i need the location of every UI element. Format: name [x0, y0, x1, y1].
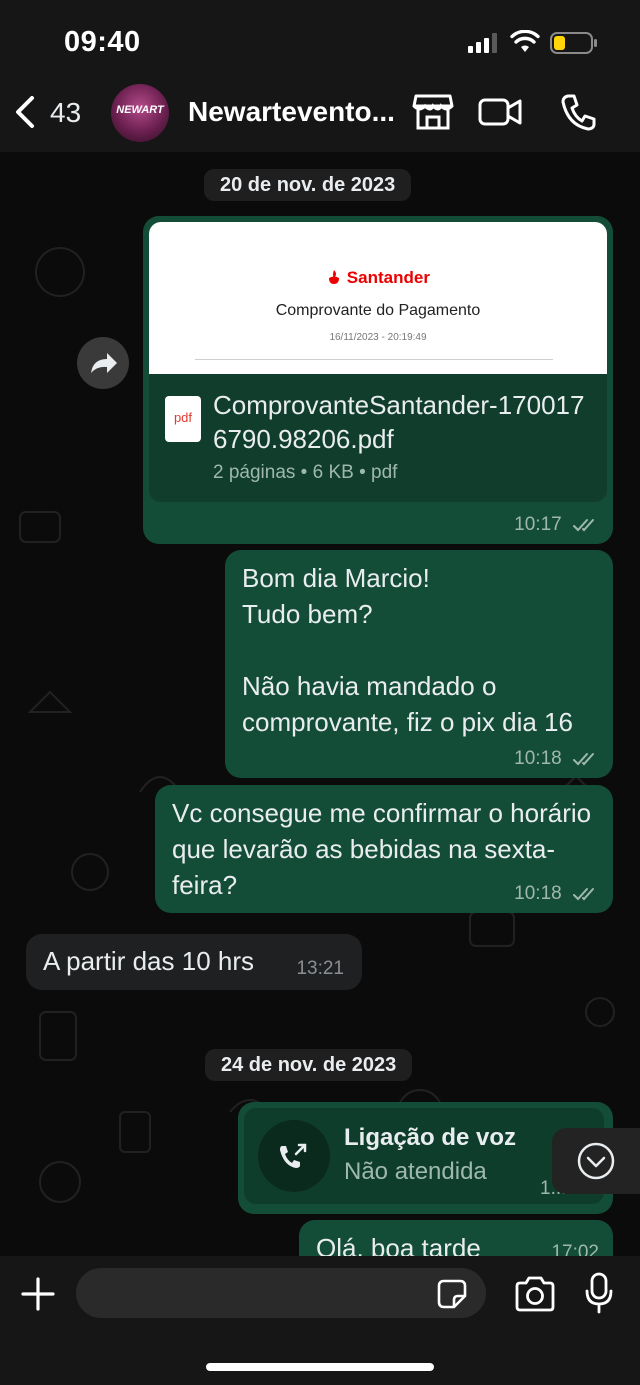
message-input[interactable]: [76, 1268, 486, 1318]
double-check-icon: [573, 752, 594, 766]
camera-icon[interactable]: [514, 1276, 556, 1312]
double-check-icon: [573, 518, 594, 532]
message-time: 17:02: [551, 1242, 599, 1256]
message-text: Bom dia Marcio! Tudo bem? Não havia mand…: [242, 563, 573, 737]
call-title: Ligação de voz: [344, 1124, 517, 1151]
message-time: 10:18: [514, 748, 562, 769]
unread-count[interactable]: 43: [50, 97, 81, 129]
document-message-bubble[interactable]: Santander Comprovante do Pagamento 16/11…: [143, 216, 613, 544]
message-meta: 10:17: [514, 514, 599, 536]
chat-title[interactable]: Newartevento...: [188, 96, 395, 128]
flame-icon: [329, 270, 340, 284]
avatar[interactable]: NEWART: [111, 84, 169, 142]
phone-icon[interactable]: [560, 92, 596, 132]
video-call-icon[interactable]: [478, 92, 522, 132]
message-bubble[interactable]: Olá, boa tarde 17:02: [299, 1220, 613, 1256]
pdf-file-icon: pdf: [165, 396, 201, 442]
message-bubble[interactable]: Bom dia Marcio! Tudo bem? Não havia mand…: [225, 550, 613, 778]
preview-title: Comprovante do Pagamento: [275, 302, 481, 319]
missed-call-icon-bg: [258, 1120, 330, 1192]
preview-date: 16/11/2023 - 20:19:49: [329, 332, 427, 343]
battery-icon: [550, 32, 597, 54]
document-card[interactable]: Santander Comprovante do Pagamento 16/11…: [149, 222, 607, 502]
message-time: 10:17: [514, 514, 562, 535]
message-meta: 10:18: [514, 748, 599, 770]
brand-name: Santander: [346, 268, 430, 287]
date-separator: 20 de nov. de 2023: [204, 169, 412, 201]
top-bar: 09:40 43 NEWART Newartevento...: [0, 0, 640, 152]
message-bubble-incoming[interactable]: A partir das 10 hrs 13:21: [26, 934, 362, 990]
divider: [195, 359, 553, 360]
microphone-icon[interactable]: [584, 1272, 614, 1314]
back-chevron-icon[interactable]: [12, 92, 42, 132]
call-status: Não atendida: [344, 1158, 487, 1185]
file-info: 2 páginas • 6 KB • pdf: [213, 462, 398, 483]
scroll-to-bottom-button[interactable]: [552, 1128, 640, 1194]
message-bubble[interactable]: Vc consegue me confirmar o horário que l…: [155, 785, 613, 913]
message-meta: 10:18: [514, 883, 599, 905]
pdf-icon-label: pdf: [173, 410, 193, 425]
message-text: Olá, boa tarde: [316, 1233, 481, 1256]
file-name[interactable]: ComprovanteSantander-1700176790.98206.pd…: [213, 388, 593, 456]
forward-button[interactable]: [77, 337, 129, 389]
wifi-icon: [510, 30, 540, 52]
forward-arrow-icon: [91, 353, 117, 373]
store-icon[interactable]: [412, 92, 454, 132]
chat-area[interactable]: 20 de nov. de 2023 Santander Comprovante…: [0, 152, 640, 1256]
sticker-icon[interactable]: [436, 1278, 468, 1310]
message-time: 13:21: [296, 958, 344, 979]
missed-call-icon: [280, 1143, 307, 1168]
date-separator: 24 de nov. de 2023: [205, 1049, 413, 1081]
home-indicator: [206, 1363, 434, 1371]
cellular-signal-icon: [468, 33, 497, 53]
message-time: 10:18: [514, 883, 562, 904]
document-preview[interactable]: Santander Comprovante do Pagamento 16/11…: [149, 222, 607, 374]
avatar-logo-text: NEWART: [116, 104, 164, 116]
input-bar: [0, 1256, 640, 1385]
status-time: 09:40: [64, 26, 141, 58]
chevron-down-icon: [577, 1142, 615, 1180]
double-check-icon: [573, 887, 594, 901]
plus-icon[interactable]: [20, 1276, 56, 1312]
message-text: A partir das 10 hrs: [43, 946, 254, 976]
santander-logo: Santander: [149, 268, 607, 288]
